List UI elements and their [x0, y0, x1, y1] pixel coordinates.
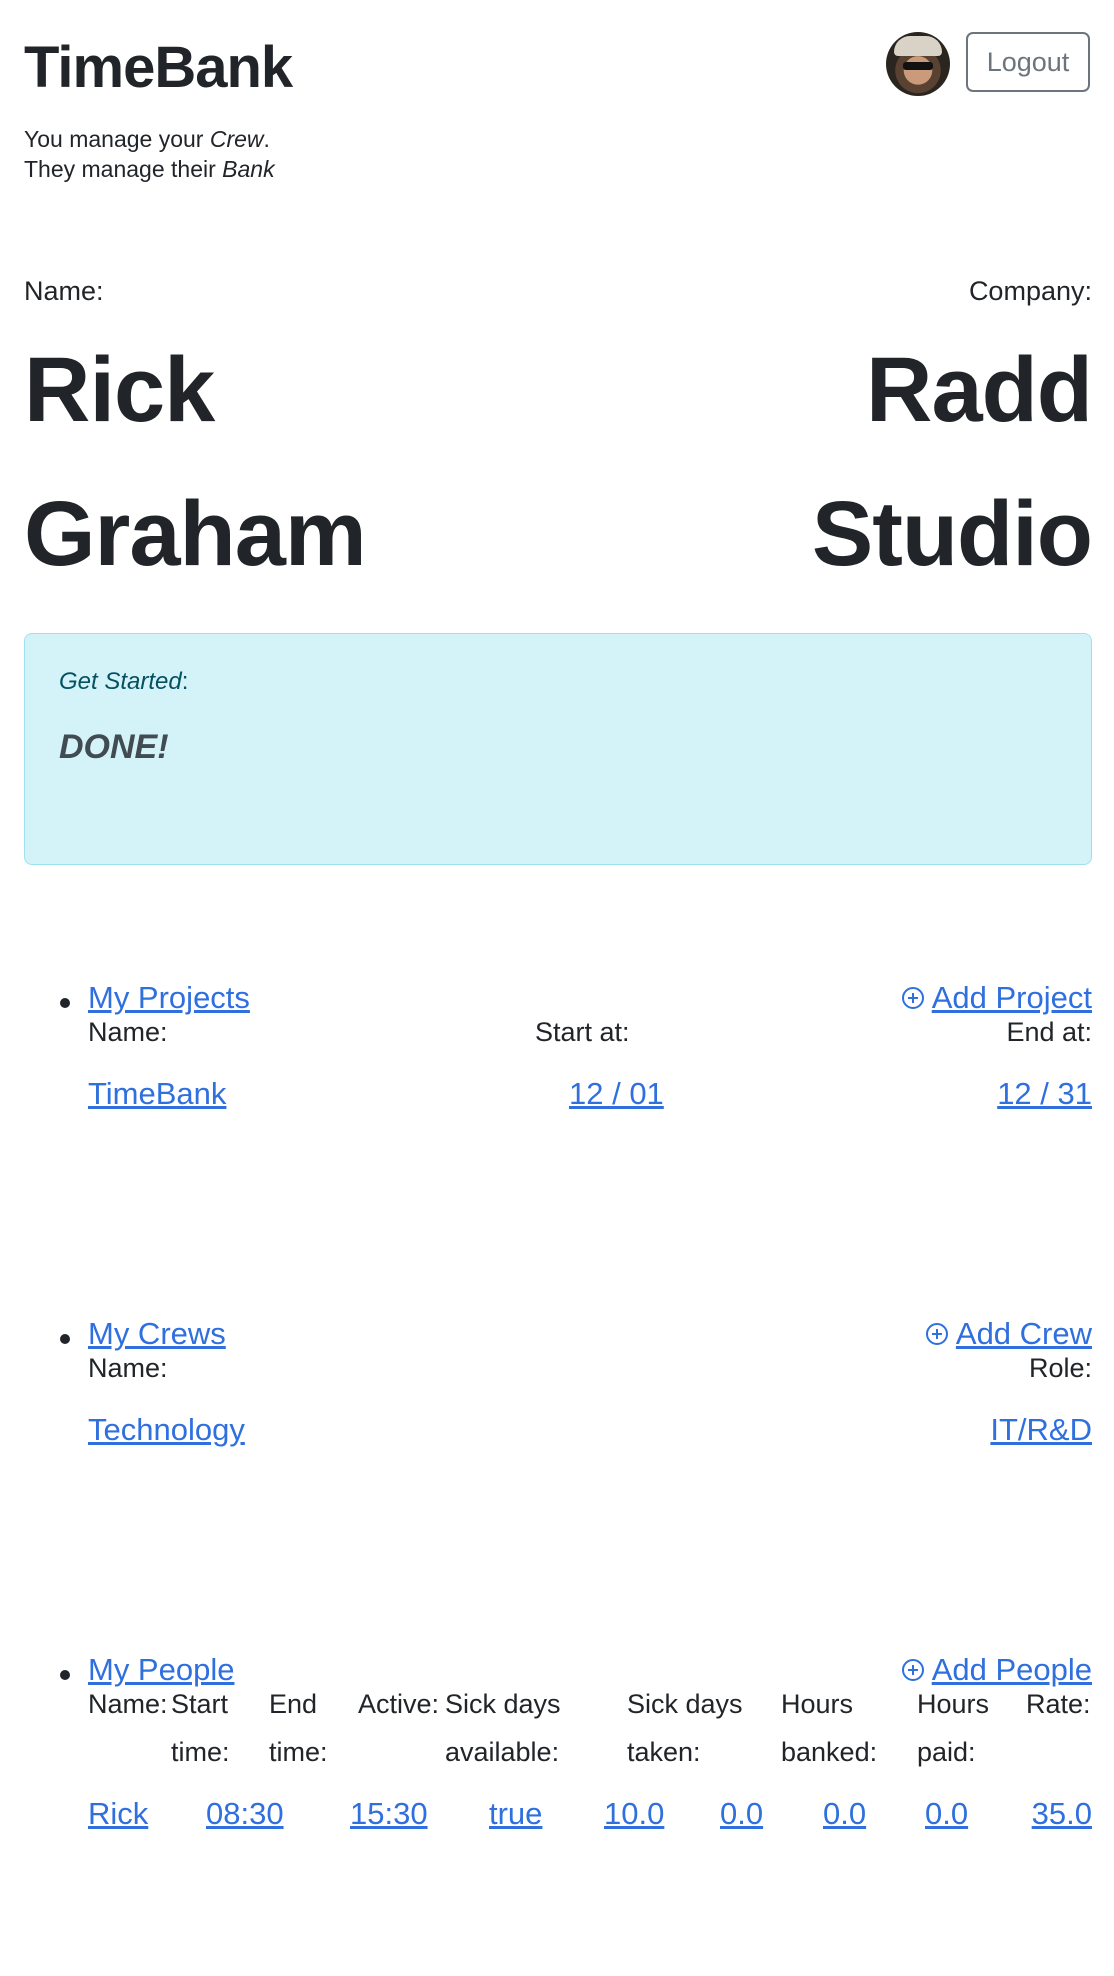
column-header-role: Role: [1028, 1353, 1092, 1383]
column-header-name: Name: [88, 1353, 168, 1383]
person-hours-paid-link[interactable]: 0.0 [925, 1796, 968, 1832]
column-header-start-time: Start time: [171, 1689, 230, 1767]
logout-button[interactable]: Logout [966, 32, 1090, 92]
person-rate-link[interactable]: 35.0 [1032, 1796, 1092, 1832]
get-started-status: DONE! [59, 728, 169, 766]
crew-name-link[interactable]: Technology [88, 1412, 245, 1448]
person-sick-taken-link[interactable]: 0.0 [720, 1796, 763, 1832]
column-header-name: Name: [88, 1017, 168, 1047]
company-label: Company: [968, 276, 1092, 306]
person-active-link[interactable]: true [489, 1796, 542, 1832]
user-avatar[interactable] [886, 32, 950, 96]
project-end-link[interactable]: 12 / 31 [997, 1076, 1092, 1112]
column-header-end: End at: [1006, 1017, 1092, 1047]
company-name: Radd Studio [811, 339, 1093, 585]
plus-circle-icon [901, 1659, 924, 1681]
column-header-name: Name: [88, 1689, 168, 1719]
project-name-link[interactable]: TimeBank [88, 1076, 226, 1112]
project-start-link[interactable]: 12 / 01 [569, 1076, 664, 1112]
column-header-start: Start at: [535, 1017, 630, 1047]
column-header-sick-taken: Sick days taken: [627, 1689, 743, 1767]
column-header-hours-banked: Hours banked: [781, 1689, 878, 1767]
person-sick-available-link[interactable]: 10.0 [604, 1796, 664, 1832]
column-header-end-time: End time: [269, 1689, 328, 1767]
person-name-link[interactable]: Rick [88, 1796, 148, 1832]
column-header-hours-paid: Hours paid: [917, 1689, 990, 1767]
column-header-sick-available: Sick days available: [445, 1689, 561, 1767]
person-hours-banked-link[interactable]: 0.0 [823, 1796, 866, 1832]
tagline: You manage your Crew. They manage their … [24, 126, 275, 182]
column-header-active: Active: [358, 1689, 440, 1719]
get-started-alert: Get Started: DONE! [24, 633, 1092, 865]
person-end-link[interactable]: 15:30 [350, 1796, 428, 1832]
person-start-link[interactable]: 08:30 [206, 1796, 284, 1832]
name-label: Name: [24, 276, 104, 306]
app-title: TimeBank [24, 35, 293, 100]
list-bullet [60, 1670, 70, 1680]
list-bullet [60, 1334, 70, 1344]
column-header-rate: Rate: [1026, 1689, 1091, 1719]
crew-role-link[interactable]: IT/R&D [990, 1412, 1092, 1448]
list-bullet [60, 998, 70, 1008]
plus-circle-icon [925, 1323, 948, 1345]
user-name: Rick Graham [24, 339, 367, 585]
plus-circle-icon [901, 987, 924, 1009]
get-started-heading: Get Started: [59, 668, 189, 695]
